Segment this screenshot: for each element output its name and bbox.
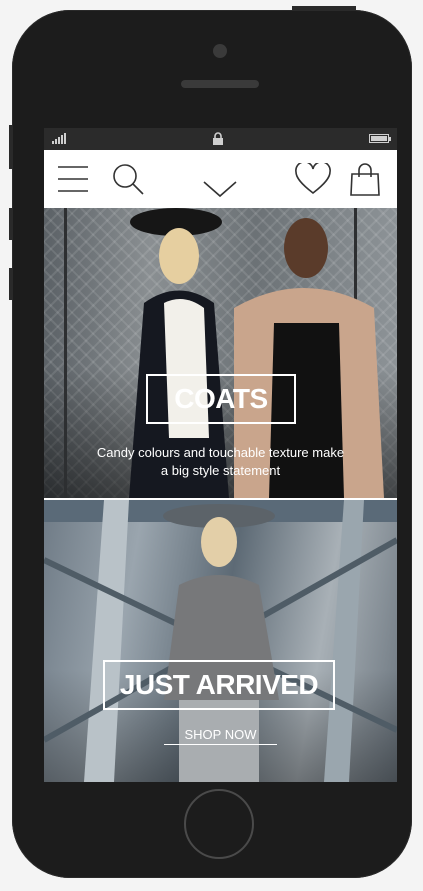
- search-icon[interactable]: [110, 160, 146, 198]
- banner-title: COATS: [146, 374, 296, 424]
- lock-icon: [213, 132, 223, 145]
- banner-subtitle-line-1: Candy colours and touchable texture make: [96, 445, 345, 460]
- app-screen: COATS Candy colours and touchable textur…: [44, 128, 397, 782]
- earpiece-speaker: [181, 80, 259, 88]
- chevron-down-icon[interactable]: [202, 170, 238, 208]
- volume-up-button: [9, 208, 13, 240]
- heart-icon[interactable]: [294, 160, 332, 198]
- mute-switch: [9, 125, 13, 169]
- banner-title: JUST ARRIVED: [103, 660, 335, 710]
- power-button: [292, 6, 356, 11]
- status-bar: [44, 128, 397, 150]
- menu-icon[interactable]: [56, 160, 90, 198]
- volume-down-button: [9, 268, 13, 300]
- banner-subtitle-line-2: a big style statement: [160, 463, 281, 478]
- shop-now-link[interactable]: SHOP NOW: [164, 727, 277, 745]
- banner-just-arrived[interactable]: JUST ARRIVED SHOP NOW: [44, 500, 397, 782]
- banner-coats[interactable]: COATS Candy colours and touchable textur…: [44, 208, 397, 498]
- front-camera: [213, 44, 227, 58]
- banner-subtitle: Candy colours and touchable texture make…: [44, 444, 397, 480]
- signal-icon: [52, 132, 66, 144]
- home-button[interactable]: [184, 789, 254, 859]
- shopping-bag-icon[interactable]: [348, 160, 382, 198]
- top-navigation: [44, 150, 397, 208]
- battery-icon: [369, 134, 391, 143]
